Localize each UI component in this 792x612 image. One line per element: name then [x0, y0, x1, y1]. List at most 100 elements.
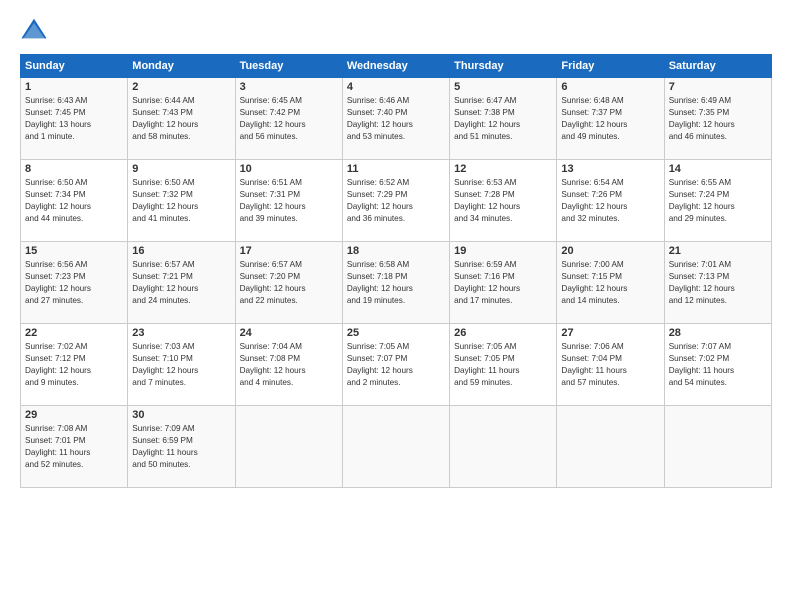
col-thursday: Thursday [450, 55, 557, 78]
day-info: Sunrise: 6:50 AM Sunset: 7:32 PM Dayligh… [132, 177, 230, 225]
day-cell-13: 13 Sunrise: 6:54 AM Sunset: 7:26 PM Dayli… [557, 160, 664, 242]
day-cell-15: 15Sunrise: 6:56 AM Sunset: 7:23 PM Dayli… [21, 242, 128, 324]
day-info: Sunrise: 6:55 AM Sunset: 7:24 PM Dayligh… [669, 177, 767, 225]
day-number: 13 [561, 163, 659, 175]
empty-cell [235, 406, 342, 488]
day-number: 7 [669, 81, 767, 93]
day-cell-22: 22Sunrise: 7:02 AM Sunset: 7:12 PM Dayli… [21, 324, 128, 406]
day-number: 1 [25, 81, 123, 93]
day-info: Sunrise: 6:54 AM Sunset: 7:26 PM Dayligh… [561, 177, 659, 225]
day-info: Sunrise: 6:58 AM Sunset: 7:18 PM Dayligh… [347, 259, 445, 307]
day-cell-12: 12 Sunrise: 6:53 AM Sunset: 7:28 PM Dayli… [450, 160, 557, 242]
week-row-2: 8 Sunrise: 6:50 AM Sunset: 7:34 PM Daylig… [21, 160, 772, 242]
day-number: 23 [132, 327, 230, 339]
day-info: Sunrise: 7:03 AM Sunset: 7:10 PM Dayligh… [132, 341, 230, 389]
day-cell-20: 20 Sunrise: 7:00 AM Sunset: 7:15 PM Dayli… [557, 242, 664, 324]
page: SundayMondayTuesdayWednesdayThursdayFrid… [0, 0, 792, 612]
col-friday: Friday [557, 55, 664, 78]
logo-icon [20, 16, 48, 44]
day-info: Sunrise: 6:50 AM Sunset: 7:34 PM Dayligh… [25, 177, 123, 225]
day-info: Sunrise: 7:04 AM Sunset: 7:08 PM Dayligh… [240, 341, 338, 389]
day-number: 11 [347, 163, 445, 175]
header [20, 16, 772, 44]
empty-cell [664, 406, 771, 488]
day-cell-3: 3 Sunrise: 6:45 AM Sunset: 7:42 PM Daylig… [235, 78, 342, 160]
day-info: Sunrise: 7:07 AM Sunset: 7:02 PM Dayligh… [669, 341, 767, 389]
day-info: Sunrise: 6:49 AM Sunset: 7:35 PM Dayligh… [669, 95, 767, 143]
day-number: 4 [347, 81, 445, 93]
day-cell-10: 10 Sunrise: 6:51 AM Sunset: 7:31 PM Dayli… [235, 160, 342, 242]
day-number: 19 [454, 245, 552, 257]
day-number: 8 [25, 163, 123, 175]
day-cell-5: 5Sunrise: 6:47 AM Sunset: 7:38 PM Daylig… [450, 78, 557, 160]
empty-cell [342, 406, 449, 488]
col-sunday: Sunday [21, 55, 128, 78]
day-number: 12 [454, 163, 552, 175]
week-row-3: 15Sunrise: 6:56 AM Sunset: 7:23 PM Dayli… [21, 242, 772, 324]
col-tuesday: Tuesday [235, 55, 342, 78]
day-number: 15 [25, 245, 123, 257]
day-number: 14 [669, 163, 767, 175]
day-info: Sunrise: 6:52 AM Sunset: 7:29 PM Dayligh… [347, 177, 445, 225]
day-cell-27: 27 Sunrise: 7:06 AM Sunset: 7:04 PM Dayli… [557, 324, 664, 406]
day-info: Sunrise: 7:01 AM Sunset: 7:13 PM Dayligh… [669, 259, 767, 307]
day-info: Sunrise: 6:46 AM Sunset: 7:40 PM Dayligh… [347, 95, 445, 143]
day-number: 20 [561, 245, 659, 257]
day-info: Sunrise: 6:57 AM Sunset: 7:20 PM Dayligh… [240, 259, 338, 307]
col-wednesday: Wednesday [342, 55, 449, 78]
day-cell-4: 4 Sunrise: 6:46 AM Sunset: 7:40 PM Daylig… [342, 78, 449, 160]
day-number: 17 [240, 245, 338, 257]
day-cell-21: 21 Sunrise: 7:01 AM Sunset: 7:13 PM Dayli… [664, 242, 771, 324]
day-cell-26: 26 Sunrise: 7:05 AM Sunset: 7:05 PM Dayli… [450, 324, 557, 406]
day-number: 16 [132, 245, 230, 257]
day-cell-9: 9 Sunrise: 6:50 AM Sunset: 7:32 PM Daylig… [128, 160, 235, 242]
day-info: Sunrise: 6:59 AM Sunset: 7:16 PM Dayligh… [454, 259, 552, 307]
day-info: Sunrise: 6:57 AM Sunset: 7:21 PM Dayligh… [132, 259, 230, 307]
day-number: 21 [669, 245, 767, 257]
header-row: SundayMondayTuesdayWednesdayThursdayFrid… [21, 55, 772, 78]
day-cell-1: 1 Sunrise: 6:43 AM Sunset: 7:45 PM Daylig… [21, 78, 128, 160]
day-info: Sunrise: 7:05 AM Sunset: 7:05 PM Dayligh… [454, 341, 552, 389]
day-number: 3 [240, 81, 338, 93]
day-number: 29 [25, 409, 123, 421]
day-cell-29: 29 Sunrise: 7:08 AM Sunset: 7:01 PM Dayli… [21, 406, 128, 488]
empty-cell [450, 406, 557, 488]
day-number: 30 [132, 409, 230, 421]
day-info: Sunrise: 7:09 AM Sunset: 6:59 PM Dayligh… [132, 423, 230, 471]
day-cell-19: 19 Sunrise: 6:59 AM Sunset: 7:16 PM Dayli… [450, 242, 557, 324]
logo [20, 16, 52, 44]
day-info: Sunrise: 7:00 AM Sunset: 7:15 PM Dayligh… [561, 259, 659, 307]
day-cell-8: 8 Sunrise: 6:50 AM Sunset: 7:34 PM Daylig… [21, 160, 128, 242]
day-cell-11: 11 Sunrise: 6:52 AM Sunset: 7:29 PM Dayli… [342, 160, 449, 242]
day-info: Sunrise: 7:06 AM Sunset: 7:04 PM Dayligh… [561, 341, 659, 389]
day-number: 27 [561, 327, 659, 339]
week-row-4: 22Sunrise: 7:02 AM Sunset: 7:12 PM Dayli… [21, 324, 772, 406]
empty-cell [557, 406, 664, 488]
day-number: 18 [347, 245, 445, 257]
day-cell-16: 16 Sunrise: 6:57 AM Sunset: 7:21 PM Dayli… [128, 242, 235, 324]
day-number: 2 [132, 81, 230, 93]
day-info: Sunrise: 6:51 AM Sunset: 7:31 PM Dayligh… [240, 177, 338, 225]
day-cell-24: 24 Sunrise: 7:04 AM Sunset: 7:08 PM Dayli… [235, 324, 342, 406]
day-cell-7: 7 Sunrise: 6:49 AM Sunset: 7:35 PM Daylig… [664, 78, 771, 160]
day-cell-17: 17 Sunrise: 6:57 AM Sunset: 7:20 PM Dayli… [235, 242, 342, 324]
day-info: Sunrise: 6:43 AM Sunset: 7:45 PM Dayligh… [25, 95, 123, 143]
day-info: Sunrise: 6:44 AM Sunset: 7:43 PM Dayligh… [132, 95, 230, 143]
day-info: Sunrise: 6:53 AM Sunset: 7:28 PM Dayligh… [454, 177, 552, 225]
day-number: 26 [454, 327, 552, 339]
week-row-1: 1 Sunrise: 6:43 AM Sunset: 7:45 PM Daylig… [21, 78, 772, 160]
day-number: 28 [669, 327, 767, 339]
day-info: Sunrise: 6:48 AM Sunset: 7:37 PM Dayligh… [561, 95, 659, 143]
day-cell-14: 14 Sunrise: 6:55 AM Sunset: 7:24 PM Dayli… [664, 160, 771, 242]
day-info: Sunrise: 7:02 AM Sunset: 7:12 PM Dayligh… [25, 341, 123, 389]
col-monday: Monday [128, 55, 235, 78]
day-cell-18: 18 Sunrise: 6:58 AM Sunset: 7:18 PM Dayli… [342, 242, 449, 324]
day-number: 10 [240, 163, 338, 175]
day-info: Sunrise: 7:08 AM Sunset: 7:01 PM Dayligh… [25, 423, 123, 471]
day-cell-25: 25Sunrise: 7:05 AM Sunset: 7:07 PM Dayli… [342, 324, 449, 406]
day-number: 9 [132, 163, 230, 175]
day-number: 6 [561, 81, 659, 93]
day-number: 24 [240, 327, 338, 339]
calendar-table: SundayMondayTuesdayWednesdayThursdayFrid… [20, 54, 772, 488]
day-info: Sunrise: 6:45 AM Sunset: 7:42 PM Dayligh… [240, 95, 338, 143]
